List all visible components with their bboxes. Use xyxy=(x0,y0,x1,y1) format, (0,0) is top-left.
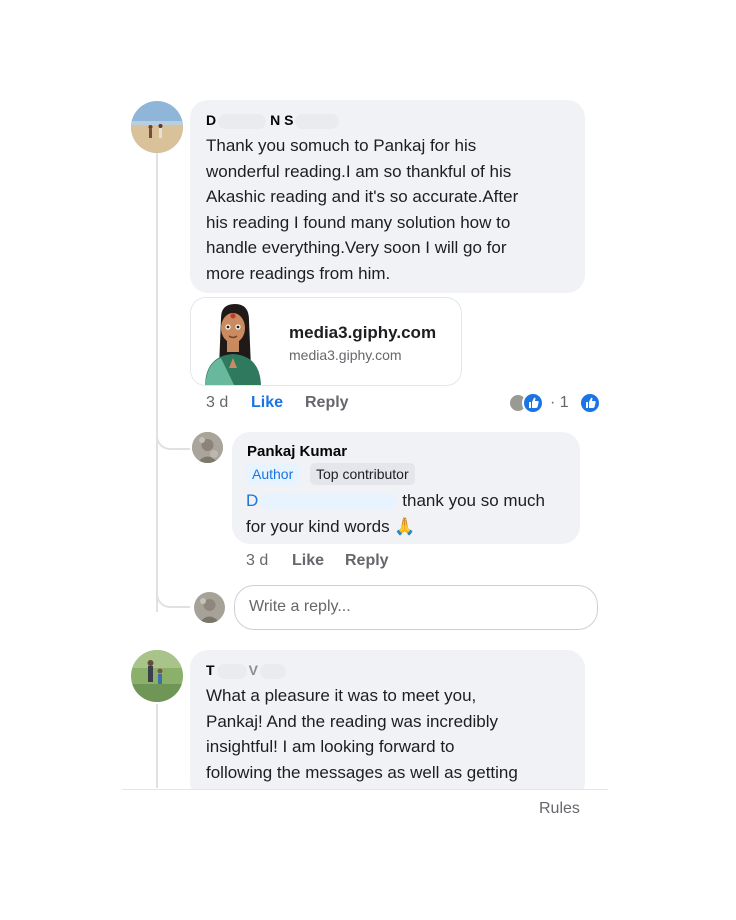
reply-reply-button[interactable]: Reply xyxy=(345,552,389,570)
author-last-name: V xyxy=(248,662,258,678)
redacted-mention-blur xyxy=(260,493,397,511)
link-preview-title: media3.giphy.com xyxy=(289,323,437,342)
avatar-commenter-2[interactable] xyxy=(131,650,183,702)
link-preview-domain: media3.giphy.com xyxy=(289,347,402,363)
redacted-name-blur xyxy=(218,113,267,129)
reply-like-button[interactable]: Like xyxy=(292,552,324,570)
reply-author-1[interactable]: Pankaj Kumar xyxy=(247,443,347,460)
thread-line-comment1 xyxy=(156,152,158,612)
thread-connector-replybox xyxy=(156,586,190,608)
comment-timestamp-1[interactable]: 3 d xyxy=(206,394,228,412)
redacted-name-blur xyxy=(295,113,340,129)
reply-timestamp-1[interactable]: 3 d xyxy=(246,552,268,570)
reactions-summary[interactable]: · 1 xyxy=(508,392,602,414)
rules-link[interactable]: Rules xyxy=(539,800,580,818)
beach-photo-icon xyxy=(131,101,183,153)
author-first-name: T xyxy=(206,662,215,678)
reply-button-1[interactable]: Reply xyxy=(305,394,349,412)
like-reaction-icon xyxy=(522,392,544,414)
park-photo-icon xyxy=(131,650,183,702)
redacted-name-blur xyxy=(216,663,247,679)
comment-text-2: What a pleasure it was to meet you, Pank… xyxy=(206,686,518,782)
avatar-current-user xyxy=(194,592,225,623)
reply-text-line-2: for your kind words 🙏 xyxy=(246,517,416,536)
top-contributor-badge: Top contributor xyxy=(310,463,415,485)
author-badge: Author xyxy=(246,463,300,485)
reply-text-line-1: Dthank you so much xyxy=(246,488,576,514)
reply-input-placeholder: Write a reply... xyxy=(249,598,351,615)
reaction-count: · 1 xyxy=(550,394,569,411)
profile-photo-icon xyxy=(194,592,225,623)
comment-author-1[interactable]: DN S xyxy=(206,112,340,129)
avatar-commenter-1[interactable] xyxy=(131,101,183,153)
like-reaction-icon xyxy=(579,392,601,414)
avatar-pankaj-kumar[interactable] xyxy=(192,432,223,463)
author-last-name: N S xyxy=(270,112,294,128)
comment-text-1: Thank you somuch to Pankaj for his wonde… xyxy=(206,136,519,283)
link-preview-card[interactable]: media3.giphy.com media3.giphy.com xyxy=(190,297,462,386)
mention-tag[interactable]: D xyxy=(246,491,258,510)
profile-photo-icon xyxy=(192,432,223,463)
comment-author-2[interactable]: TV xyxy=(206,662,286,679)
thread-connector-reply1 xyxy=(156,428,190,450)
reply-text-part: thank you so much xyxy=(402,491,545,510)
footer-divider xyxy=(122,789,608,790)
thread-line-comment2 xyxy=(156,704,158,788)
author-first-name: D xyxy=(206,112,217,128)
content-cutoff xyxy=(120,789,610,849)
like-button-1[interactable]: Like xyxy=(251,394,283,412)
redacted-name-blur xyxy=(259,663,286,679)
gif-thumbnail-icon xyxy=(191,298,273,385)
